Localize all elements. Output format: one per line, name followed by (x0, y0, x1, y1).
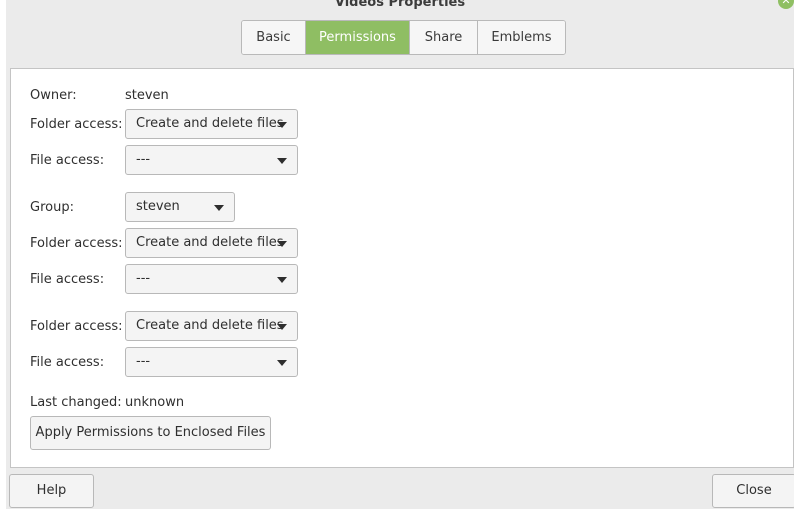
permissions-panel: Owner: steven Folder access: Create and … (10, 68, 794, 468)
tab-share[interactable]: Share (410, 21, 478, 54)
group-label: Group: (30, 200, 74, 215)
last-changed-value: unknown (125, 395, 185, 410)
group-file-access-dropdown[interactable]: --- (125, 264, 298, 294)
group-dropdown[interactable]: steven (125, 192, 235, 222)
tab-bar: Basic Permissions Share Emblems (241, 20, 566, 55)
owner-label: Owner: (30, 88, 77, 103)
tab-permissions[interactable]: Permissions (306, 21, 410, 54)
owner-file-access-value: --- (136, 152, 151, 167)
tab-basic[interactable]: Basic (242, 21, 306, 54)
others-file-access-value: --- (136, 354, 151, 369)
others-folder-access-value: Create and delete files (136, 318, 284, 333)
chevron-down-icon (277, 241, 287, 247)
last-changed-label: Last changed: (30, 395, 122, 410)
chevron-down-icon (277, 277, 287, 283)
owner-folder-access-dropdown[interactable]: Create and delete files (125, 109, 298, 139)
others-file-access-label: File access: (30, 355, 105, 370)
group-file-access-label: File access: (30, 272, 105, 287)
group-file-access-value: --- (136, 271, 151, 286)
group-folder-access-dropdown[interactable]: Create and delete files (125, 228, 298, 258)
group-value: steven (136, 199, 180, 214)
owner-folder-access-value: Create and delete files (136, 116, 284, 131)
apply-permissions-button[interactable]: Apply Permissions to Enclosed Files (30, 416, 271, 450)
others-folder-access-dropdown[interactable]: Create and delete files (125, 311, 298, 341)
owner-value: steven (125, 88, 169, 103)
owner-file-access-label: File access: (30, 153, 105, 168)
chevron-down-icon (277, 158, 287, 164)
chevron-down-icon (277, 360, 287, 366)
chevron-down-icon (277, 122, 287, 128)
help-button[interactable]: Help (9, 474, 94, 508)
close-button[interactable]: Close (712, 474, 794, 508)
owner-file-access-dropdown[interactable]: --- (125, 145, 298, 175)
tab-emblems[interactable]: Emblems (478, 21, 565, 54)
group-folder-access-value: Create and delete files (136, 235, 284, 250)
chevron-down-icon (214, 205, 224, 211)
group-folder-access-label: Folder access: (30, 236, 123, 251)
others-file-access-dropdown[interactable]: --- (125, 347, 298, 377)
owner-folder-access-label: Folder access: (30, 117, 123, 132)
properties-dialog: Videos Properties ✕ Basic Permissions Sh… (6, 0, 794, 509)
others-folder-access-label: Folder access: (30, 319, 123, 334)
window-title: Videos Properties (334, 0, 466, 10)
chevron-down-icon (277, 324, 287, 330)
